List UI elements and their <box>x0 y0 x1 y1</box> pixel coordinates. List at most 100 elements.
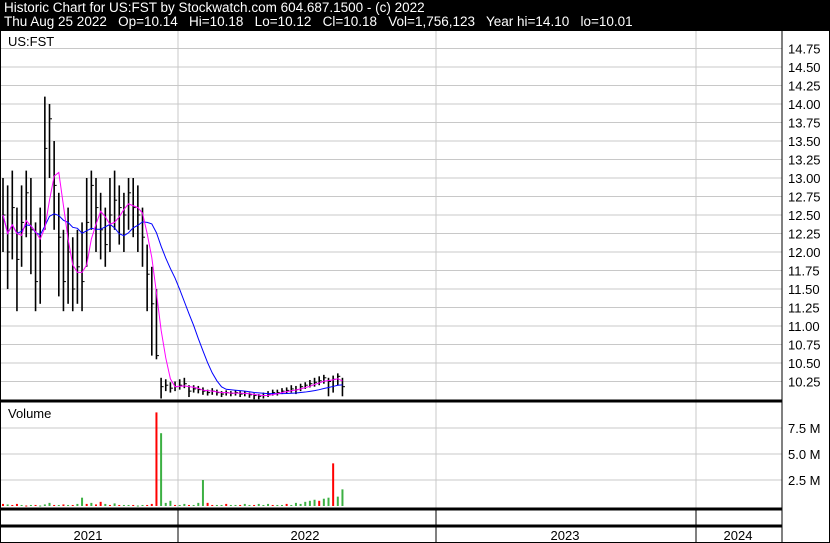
volume-bar <box>308 500 311 506</box>
volume-bar <box>6 504 9 506</box>
price-tick-label: 10.75 <box>788 338 821 353</box>
volume-bar <box>122 504 125 506</box>
price-tick-label: 11.00 <box>788 319 820 334</box>
volume-bar <box>192 504 195 506</box>
volume-bar <box>304 501 307 506</box>
volume-label: Volume <box>8 406 51 421</box>
volume-bar <box>188 504 190 506</box>
volume-bar <box>127 504 130 506</box>
volume-bar <box>113 503 116 506</box>
year-label: 2024 <box>724 528 753 543</box>
price-tick-label: 14.75 <box>788 42 821 57</box>
volume-bar <box>43 504 46 506</box>
volume-bar <box>248 504 251 506</box>
symbol-label: US:FST <box>8 34 54 49</box>
volume-tick-label: 5.0 M <box>788 447 821 462</box>
volume-bar <box>262 504 265 506</box>
volume-bar <box>220 504 223 506</box>
volume-bar <box>257 503 260 506</box>
volume-bar <box>281 504 283 506</box>
volume-bar <box>67 504 70 506</box>
volume-bar <box>155 412 158 506</box>
volume-bar <box>178 504 181 506</box>
volume-bar <box>267 503 270 506</box>
year-label: 2023 <box>551 528 580 543</box>
volume-bar <box>206 502 209 506</box>
price-tick-label: 11.50 <box>788 282 820 297</box>
volume-bar <box>15 503 18 506</box>
volume-bar <box>71 504 74 506</box>
price-tick-label: 12.00 <box>788 245 821 260</box>
price-tick-label: 14.00 <box>788 97 821 112</box>
volume-bar <box>34 504 37 506</box>
price-tick-label: 13.75 <box>788 116 821 131</box>
year-label: 2021 <box>74 528 103 543</box>
volume-bar <box>146 504 149 506</box>
volume-bar <box>290 504 293 506</box>
volume-bar <box>160 433 163 506</box>
volume-bar <box>136 505 139 507</box>
volume-bar <box>294 502 297 506</box>
volume-bar <box>313 499 316 506</box>
volume-bar <box>201 480 204 506</box>
price-tick-label: 13.25 <box>788 153 821 168</box>
volume-bar <box>85 503 88 506</box>
volume-bar <box>2 503 4 506</box>
volume-bar <box>90 502 93 506</box>
volume-tick-label: 7.5 M <box>788 421 821 436</box>
volume-bar <box>253 504 256 506</box>
volume-bar <box>239 504 242 506</box>
volume-tick-label: 2.5 M <box>788 473 821 488</box>
volume-bar <box>141 504 144 506</box>
price-tick-label: 11.75 <box>788 264 820 279</box>
volume-bar <box>108 504 111 506</box>
volume-bar <box>99 501 102 506</box>
volume-bar <box>104 503 107 506</box>
price-tick-label: 13.50 <box>788 134 821 149</box>
price-tick-label: 12.25 <box>788 227 821 242</box>
volume-bar <box>57 504 60 506</box>
volume-bar <box>341 489 344 506</box>
volume-bar <box>327 497 330 506</box>
volume-bar <box>211 504 214 506</box>
volume-bar <box>169 500 172 506</box>
price-tick-label: 10.25 <box>788 375 821 390</box>
volume-bar <box>81 497 84 506</box>
volume-bar <box>20 504 23 506</box>
volume-bar <box>132 504 135 506</box>
outer-frame <box>0 30 830 543</box>
volume-bar <box>234 504 237 506</box>
volume-bar <box>164 502 167 506</box>
volume-bar <box>62 504 65 506</box>
price-tick-label: 13.00 <box>788 171 821 186</box>
volume-bar <box>285 503 288 506</box>
price-tick-label: 14.25 <box>788 79 821 94</box>
volume-bar <box>336 496 339 506</box>
volume-bar <box>11 504 14 506</box>
volume-bar <box>29 504 32 506</box>
volume-bar <box>318 500 321 506</box>
volume-bar <box>48 502 51 506</box>
volume-bar <box>271 504 274 506</box>
volume-bar <box>332 463 335 506</box>
price-tick-label: 14.50 <box>788 60 821 75</box>
volume-bar <box>215 504 218 506</box>
volume-bar <box>95 504 97 506</box>
volume-bar <box>225 503 228 506</box>
volume-bar <box>53 504 56 506</box>
volume-bar <box>299 503 302 506</box>
volume-bar <box>39 505 42 507</box>
price-tick-label: 11.25 <box>788 301 820 316</box>
volume-bar <box>276 504 279 506</box>
long-moving-average-line <box>2 213 343 395</box>
volume-bar <box>322 498 325 506</box>
price-tick-label: 10.50 <box>788 356 821 371</box>
volume-bar <box>197 502 200 506</box>
price-tick-label: 12.50 <box>788 208 821 223</box>
volume-bar <box>183 503 186 506</box>
volume-bar <box>229 504 232 506</box>
volume-bar <box>150 503 153 506</box>
volume-bar <box>25 505 28 507</box>
year-label: 2022 <box>291 528 320 543</box>
volume-bar <box>174 504 177 506</box>
